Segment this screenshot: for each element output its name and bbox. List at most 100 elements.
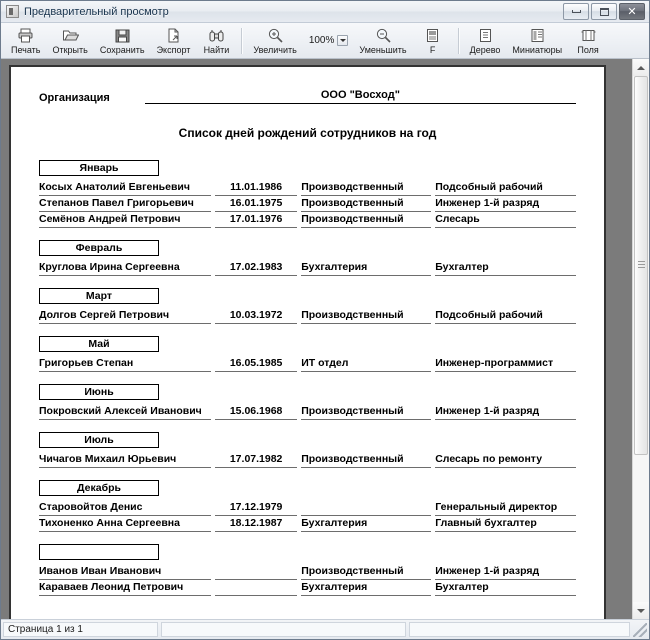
department: Бухгалтерия [301, 260, 432, 276]
table-row: Косых Анатолий Евгеньевич 11.01.1986 Произ… [39, 180, 576, 196]
printer-icon [17, 27, 34, 44]
table-row: Старовойтов Денис 17.12.1979 Генеральный д… [39, 500, 576, 516]
window-title: Предварительный просмотр [24, 5, 169, 18]
scroll-down-button[interactable] [633, 602, 649, 619]
department: ИТ отдел [301, 356, 432, 372]
document-page: Организация ООО "Восход" Список дней рож… [9, 65, 606, 619]
resize-grip[interactable] [633, 623, 647, 637]
minimize-icon [571, 10, 581, 13]
find-button-label: Найти [203, 45, 230, 55]
birth-date: 10.03.1972 [215, 308, 298, 324]
preview-viewport[interactable]: Организация ООО "Восход" Список дней рож… [1, 59, 632, 619]
month-section: Февраль Круглова Ирина Сергеевна 17.02.198… [39, 240, 576, 276]
organization-row: Организация ООО "Восход" [39, 89, 576, 104]
app-icon [6, 5, 19, 18]
export-icon [165, 27, 182, 44]
zoom-in-button[interactable]: Увеличить [247, 24, 302, 58]
employee-name: Тихоненко Анна Сергеевна [39, 516, 212, 532]
department: Производственный [301, 196, 432, 212]
department: Производственный [301, 180, 432, 196]
save-button-label: Сохранить [99, 45, 145, 55]
birth-date: 17.12.1979 [215, 500, 298, 516]
birth-date: 17.02.1983 [215, 260, 298, 276]
document-body: Организация ООО "Восход" Список дней рож… [39, 89, 576, 596]
margins-button[interactable]: Поля [568, 24, 608, 58]
zoom-out-button-label: Уменьшить [359, 45, 407, 55]
tree-button[interactable]: Дерево [464, 24, 507, 58]
export-button[interactable]: Экспорт [151, 24, 197, 58]
organization-value: ООО "Восход" [144, 89, 576, 104]
zoom-out-button[interactable]: Уменьшить [353, 24, 412, 58]
status-panel-3 [409, 622, 630, 637]
position: Слесарь [435, 212, 576, 228]
employee-name: Круглова Ирина Сергеевна [39, 260, 212, 276]
maximize-button[interactable] [591, 3, 617, 20]
month-section: Март Долгов Сергей Петрович 10.03.1972 Прои… [39, 288, 576, 324]
thumbnails-icon [529, 27, 546, 44]
birthday-sections: Январь Косых Анатолий Евгеньевич 11.01.198… [39, 160, 576, 596]
month-section: Январь Косых Анатолий Евгеньевич 11.01.198… [39, 160, 576, 228]
department: Бухгалтерия [301, 516, 432, 532]
month-section: Декабрь Старовойтов Денис 17.12.1979 Генера… [39, 480, 576, 532]
find-button[interactable]: Найти [196, 24, 236, 58]
position: Инженер 1-й разряд [435, 196, 576, 212]
chevron-down-icon[interactable] [337, 35, 349, 46]
position: Инженер 1-й разряд [435, 564, 576, 580]
page-title: Список дней рождений сотрудников на год [178, 126, 437, 140]
vertical-scrollbar[interactable] [632, 59, 649, 619]
birth-date [215, 564, 298, 580]
margins-icon [580, 27, 597, 44]
scroll-thumb[interactable] [634, 76, 648, 455]
status-bar: Страница 1 из 1 [1, 619, 649, 639]
month-label-box: Июнь [39, 384, 159, 400]
thumbnails-button-label: Миниатюры [512, 45, 563, 55]
toolbar-separator-2 [457, 27, 459, 54]
month-section: Июнь Покровский Алексей Иванович 15.06.196… [39, 384, 576, 420]
close-icon: ✕ [627, 5, 637, 18]
month-label-box: Июль [39, 432, 159, 448]
close-button[interactable]: ✕ [619, 3, 645, 20]
department: Производственный [301, 404, 432, 420]
position: Бухгалтер [435, 260, 576, 276]
binoculars-icon [208, 27, 225, 44]
scroll-up-button[interactable] [633, 59, 649, 76]
minimize-button[interactable] [563, 3, 589, 20]
window-controls: ✕ [563, 3, 647, 20]
open-button[interactable]: Открыть [46, 24, 93, 58]
chevron-up-icon [637, 65, 645, 70]
toolbar-separator-1 [241, 27, 243, 54]
tree-button-label: Дерево [469, 45, 501, 55]
print-button[interactable]: Печать [5, 24, 46, 58]
birth-date: 17.01.1976 [215, 212, 298, 228]
month-label-box: Январь [39, 160, 159, 176]
employee-name: Косых Анатолий Евгеньевич [39, 180, 212, 196]
employee-name: Покровский Алексей Иванович [39, 404, 212, 420]
employee-name: Чичагов Михаил Юрьевич [39, 452, 212, 468]
birth-date: 18.12.1987 [215, 516, 298, 532]
zoom-level-combobox[interactable]: 100% [305, 34, 352, 47]
zoom-out-icon [375, 27, 392, 44]
month-label-box: Май [39, 336, 159, 352]
thumbnails-button[interactable]: Миниатюры [506, 24, 568, 58]
position: Бухгалтер [435, 580, 576, 596]
table-row: Долгов Сергей Петрович 10.03.1972 Производ… [39, 308, 576, 324]
month-section: Иванов Иван Иванович Производственный Инже… [39, 544, 576, 596]
table-row: Круглова Ирина Сергеевна 17.02.1983 Бухгал… [39, 260, 576, 276]
birth-date: 15.06.1968 [215, 404, 298, 420]
preview-window: Предварительный просмотр ✕ Печать Открыт… [0, 0, 650, 640]
print-button-label: Печать [11, 45, 41, 55]
fit-page-icon [424, 27, 441, 44]
birth-date: 16.05.1985 [215, 356, 298, 372]
department: Производственный [301, 212, 432, 228]
employee-name: Караваев Леонид Петрович [39, 580, 212, 596]
birth-date: 16.01.1975 [215, 196, 298, 212]
month-label-box: Март [39, 288, 159, 304]
open-button-label: Открыть [52, 45, 88, 55]
position: Слесарь по ремонту [435, 452, 576, 468]
maximize-icon [599, 7, 609, 16]
save-button[interactable]: Сохранить [94, 24, 151, 58]
scroll-track[interactable] [633, 76, 649, 602]
toolbar: Печать Открыть Сохранить Экспорт Найти У… [1, 23, 649, 59]
fit-page-button[interactable]: F [413, 24, 453, 58]
table-row: Григорьев Степан 16.05.1985 ИТ отдел Инжене… [39, 356, 576, 372]
